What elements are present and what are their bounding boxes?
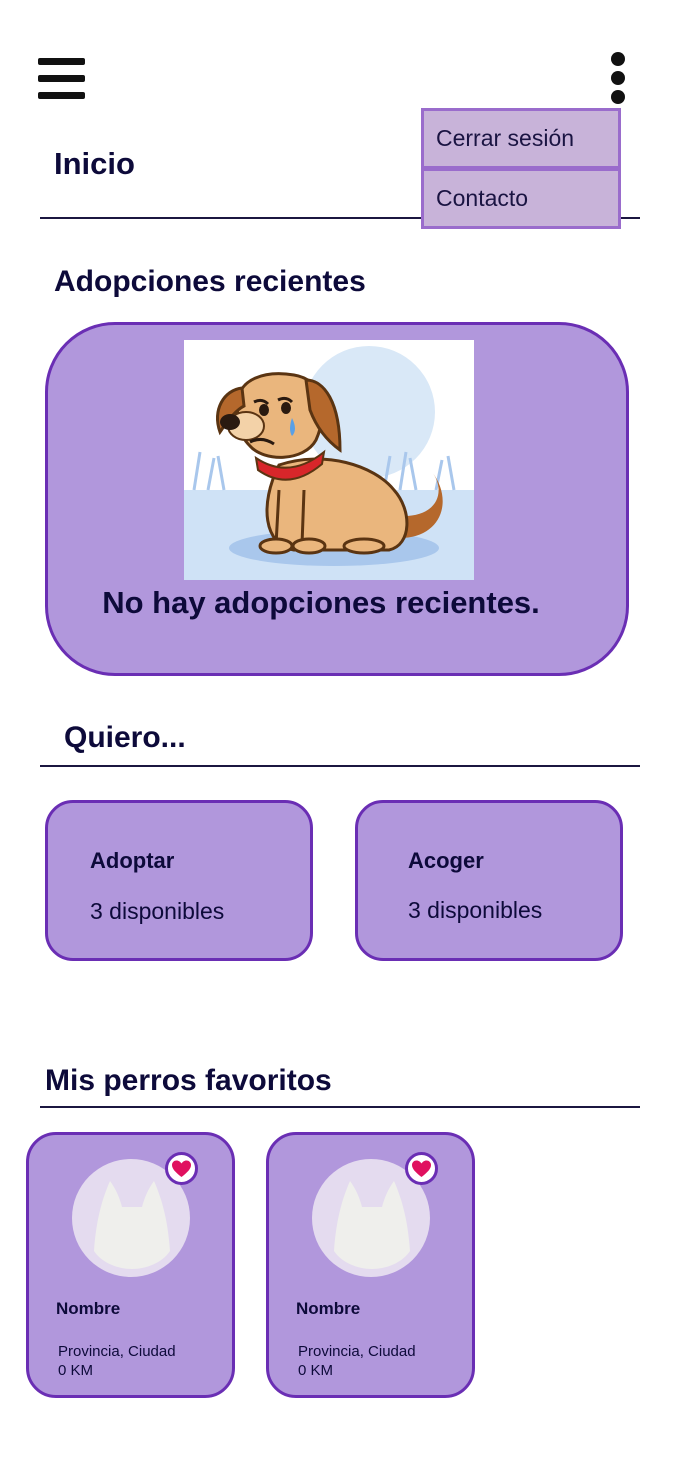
dog-location: Provincia, Ciudad 0 KM <box>298 1342 416 1380</box>
options-dropdown: Cerrar sesión Contacto <box>421 108 621 229</box>
sad-dog-image <box>184 340 474 580</box>
adopt-option-label: Adoptar <box>90 848 175 873</box>
foster-option-count: 3 disponibles <box>408 897 543 923</box>
sad-dog-illustration <box>184 346 474 580</box>
favorite-dog-card[interactable]: Nombre Provincia, Ciudad 0 KM <box>26 1132 235 1398</box>
hamburger-menu-button[interactable] <box>38 58 85 100</box>
adopt-option-card[interactable]: Adoptar 3 disponibles <box>45 800 313 961</box>
dog-location: Provincia, Ciudad 0 KM <box>58 1342 176 1380</box>
dog-name: Nombre <box>296 1299 361 1318</box>
heart-icon <box>172 1160 191 1177</box>
foster-option-card[interactable]: Acoger 3 disponibles <box>355 800 623 961</box>
adopt-option-count: 3 disponibles <box>90 898 225 924</box>
dog-name: Nombre <box>56 1299 121 1318</box>
favorites-divider <box>40 1106 640 1108</box>
dog-location-text: Provincia, Ciudad <box>298 1343 416 1360</box>
vertical-dots-icon <box>611 52 625 66</box>
page-title: Inicio <box>54 146 135 181</box>
favorite-heart-button[interactable] <box>165 1152 198 1185</box>
menu-item-contacto[interactable]: Contacto <box>421 168 621 229</box>
favorites-heading: Mis perros favoritos <box>45 1064 332 1097</box>
dog-distance: 0 KM <box>298 1362 334 1379</box>
heart-icon <box>412 1160 431 1177</box>
hamburger-icon <box>38 58 85 65</box>
dog-distance: 0 KM <box>58 1362 94 1379</box>
no-recent-adoptions-message: No hay adopciones recientes. <box>102 585 540 620</box>
favorite-heart-button[interactable] <box>405 1152 438 1185</box>
menu-item-cerrar-sesion[interactable]: Cerrar sesión <box>421 108 621 169</box>
want-heading: Quiero... <box>64 721 186 754</box>
more-options-button[interactable] <box>606 52 630 106</box>
favorite-dog-card[interactable]: Nombre Provincia, Ciudad 0 KM <box>266 1132 475 1398</box>
foster-option-label: Acoger <box>408 848 484 873</box>
recent-adoptions-heading: Adopciones recientes <box>54 265 366 298</box>
dog-location-text: Provincia, Ciudad <box>58 1343 176 1360</box>
want-divider <box>40 765 640 767</box>
